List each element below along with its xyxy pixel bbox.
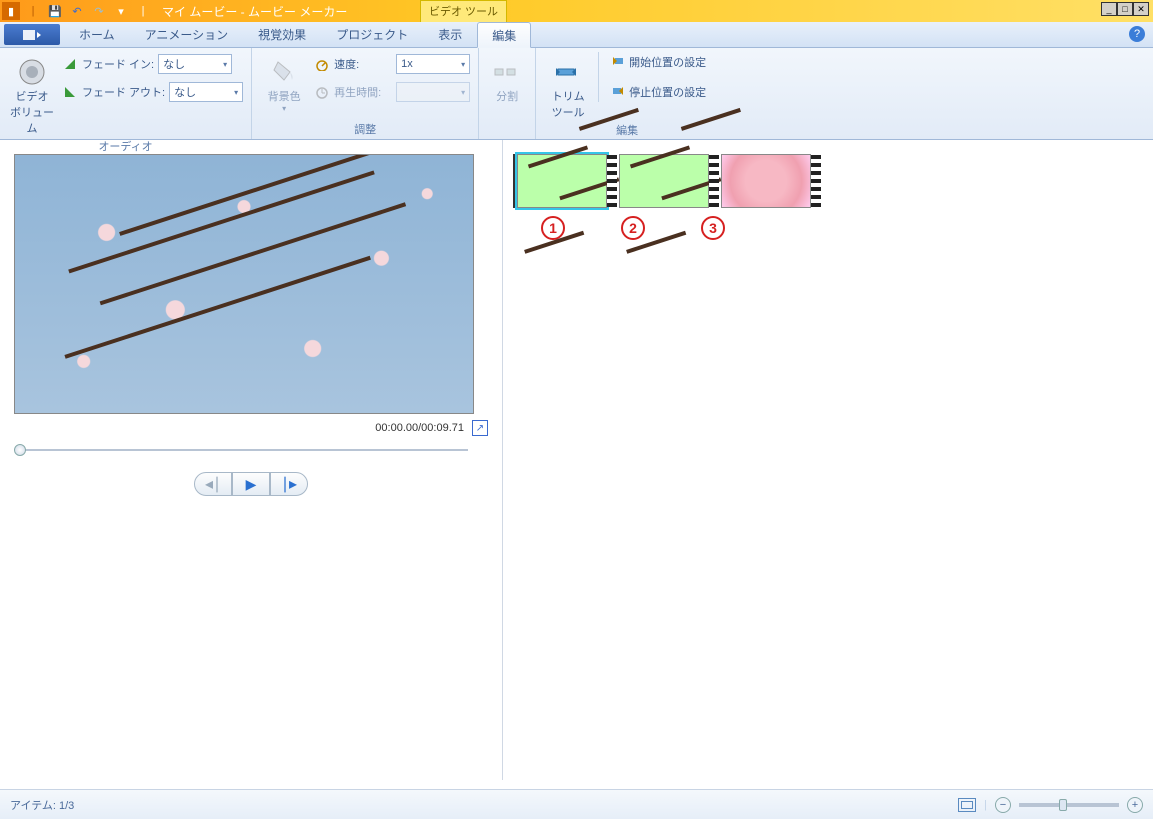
duration-label: 再生時間: (334, 84, 392, 100)
clip-3[interactable] (721, 154, 811, 208)
split-label: 分割 (496, 88, 518, 104)
redo-icon[interactable]: ↷ (90, 2, 108, 20)
set-start-button[interactable]: 開始位置の設定 (607, 52, 710, 72)
ribbon-group-adjust: 背景色 ▾ 速度: 1x 再生時間: 調整 (252, 48, 479, 139)
minimize-button[interactable]: _ (1101, 2, 1117, 16)
duration-icon (314, 84, 330, 100)
app-icon[interactable]: ▮ (2, 2, 20, 20)
close-button[interactable]: ✕ (1133, 2, 1149, 16)
video-volume-label: ビデオ ボリューム (8, 88, 56, 136)
window-title: マイ ムービー - ムービー メーカー (162, 3, 347, 20)
paint-bucket-icon (268, 56, 300, 88)
ribbon-group-split: 分割 (479, 48, 536, 139)
clip-2[interactable] (619, 154, 709, 208)
edit-group-label: 編集 (544, 120, 710, 138)
tab-home[interactable]: ホーム (64, 22, 130, 47)
main-area: 00:00.00/00:09.71 ↗ ◂∣ ▶ ∣▸ 1 2 3 (0, 140, 1153, 780)
split-icon (491, 56, 523, 88)
annotations: 1 2 3 (513, 216, 1143, 240)
set-end-button[interactable]: 停止位置の設定 (607, 82, 710, 102)
ribbon-group-audio: ビデオ ボリューム フェード イン: なし フェード アウト: なし オーディオ (0, 48, 252, 139)
fade-out-icon (62, 84, 78, 100)
prev-frame-button[interactable]: ◂∣ (194, 472, 232, 496)
fade-in-icon (62, 56, 78, 72)
save-icon[interactable]: 💾 (46, 2, 64, 20)
context-tab: ビデオ ツール (420, 0, 507, 22)
end-point-icon (611, 85, 625, 100)
annotation-1: 1 (541, 216, 565, 240)
separator2: | (134, 2, 152, 20)
play-button[interactable]: ▶ (232, 472, 270, 496)
statusbar: アイテム: 1/3 | − + (0, 789, 1153, 819)
set-start-label: 開始位置の設定 (629, 54, 706, 70)
tab-edit[interactable]: 編集 (477, 22, 531, 48)
seek-slider[interactable] (14, 446, 474, 454)
bgcolor-button: 背景色 ▾ (260, 52, 308, 113)
fade-out-label: フェード アウト: (82, 84, 165, 100)
zoom-thumb[interactable] (1059, 799, 1067, 811)
annotation-3: 3 (701, 216, 725, 240)
speed-icon (314, 56, 330, 72)
qat-dropdown-icon[interactable]: ▾ (112, 2, 130, 20)
set-end-label: 停止位置の設定 (629, 84, 706, 100)
zoom-out-button[interactable]: − (995, 797, 1011, 813)
next-frame-button[interactable]: ∣▸ (270, 472, 308, 496)
clip-row (517, 154, 1143, 208)
speed-combo[interactable]: 1x (396, 54, 470, 74)
play-controls: ◂∣ ▶ ∣▸ (14, 472, 488, 496)
adjust-group-label: 調整 (260, 119, 470, 137)
preview-display (14, 154, 474, 414)
fade-in-combo[interactable]: なし (158, 54, 232, 74)
ribbon: ビデオ ボリューム フェード イン: なし フェード アウト: なし オーディオ (0, 48, 1153, 140)
ribbon-tabs: ホーム アニメーション 視覚効果 プロジェクト 表示 編集 ? (0, 22, 1153, 48)
bgcolor-label: 背景色 (268, 88, 301, 104)
undo-icon[interactable]: ↶ (68, 2, 86, 20)
view-thumbnails-icon[interactable] (958, 798, 976, 812)
ribbon-group-edit: トリム ツール 開始位置の設定 停止位置の設定 編集 (536, 48, 718, 139)
start-point-icon (611, 55, 625, 70)
video-volume-button[interactable]: ビデオ ボリューム (8, 52, 56, 136)
duration-combo (396, 82, 470, 102)
help-icon[interactable]: ? (1129, 26, 1145, 42)
fade-in-label: フェード イン: (82, 56, 154, 72)
audio-group-label: オーディオ (8, 136, 243, 154)
storyboard[interactable]: 1 2 3 (503, 140, 1153, 780)
trim-label: トリム ツール (552, 88, 585, 120)
speed-label: 速度: (334, 56, 392, 72)
split-button: 分割 (483, 52, 531, 104)
tab-view[interactable]: 表示 (423, 22, 477, 47)
qat: ▮ | 💾 ↶ ↷ ▾ | (0, 0, 154, 22)
zoom-slider[interactable] (1019, 803, 1119, 807)
speaker-icon (16, 56, 48, 88)
titlebar: ▮ | 💾 ↶ ↷ ▾ | マイ ムービー - ムービー メーカー ビデオ ツー… (0, 0, 1153, 22)
tab-visual[interactable]: 視覚効果 (243, 22, 321, 47)
preview-pane: 00:00.00/00:09.71 ↗ ◂∣ ▶ ∣▸ (0, 140, 503, 780)
file-menu[interactable] (4, 24, 60, 45)
time-display: 00:00.00/00:09.71 (375, 422, 464, 434)
maximize-button[interactable]: □ (1117, 2, 1133, 16)
clip-1[interactable] (517, 154, 607, 208)
zoom-in-button[interactable]: + (1127, 797, 1143, 813)
fullscreen-icon[interactable]: ↗ (472, 420, 488, 436)
annotation-2: 2 (621, 216, 645, 240)
tab-project[interactable]: プロジェクト (321, 22, 423, 47)
separator: | (24, 2, 42, 20)
tab-animation[interactable]: アニメーション (130, 22, 244, 47)
trim-icon (552, 56, 584, 88)
trim-tool-button[interactable]: トリム ツール (544, 52, 592, 120)
item-count: アイテム: 1/3 (10, 797, 74, 813)
seek-thumb[interactable] (14, 444, 26, 456)
fade-out-combo[interactable]: なし (169, 82, 243, 102)
chevron-down-icon: ▾ (282, 104, 286, 113)
